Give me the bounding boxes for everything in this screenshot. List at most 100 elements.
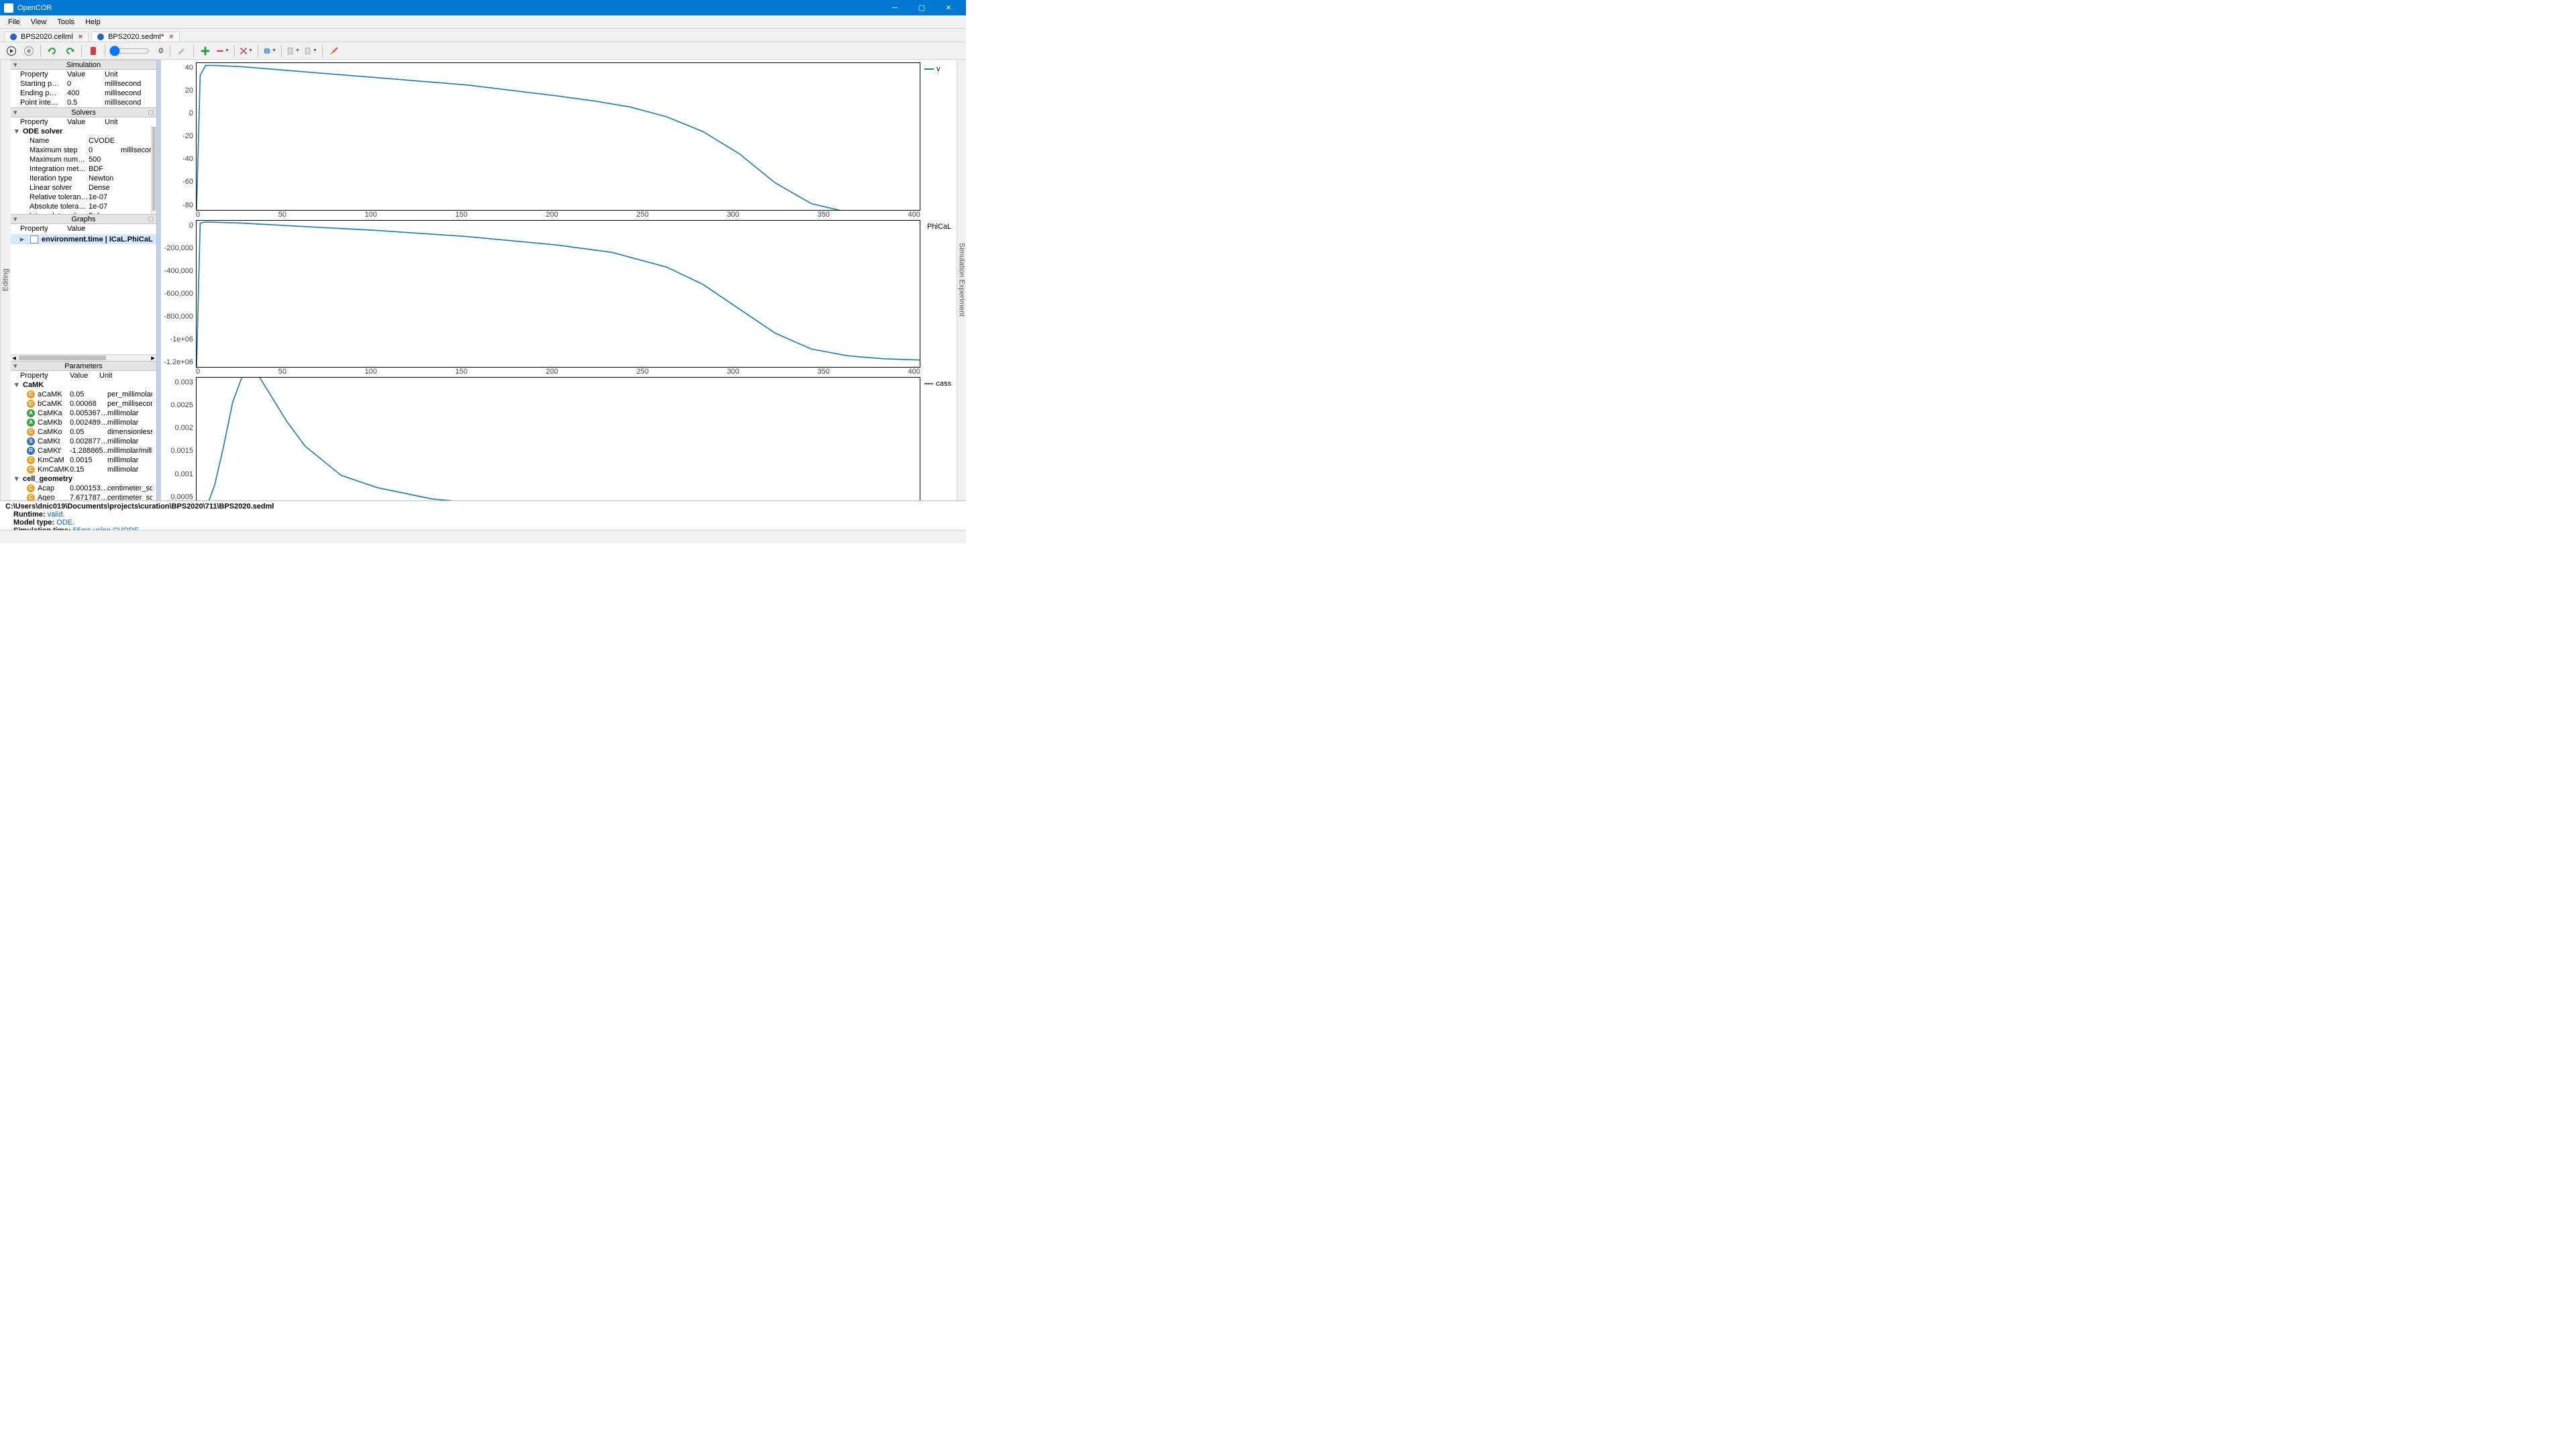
solver-row[interactable]: Iteration typeNewton: [11, 174, 156, 183]
sim-row[interactable]: Starting p…0millisecond: [11, 79, 156, 89]
preferences-button[interactable]: [327, 44, 341, 58]
prop-value[interactable]: 0: [89, 146, 121, 155]
delay-slider[interactable]: [109, 46, 150, 56]
param-row[interactable]: CAcap0.000153…centimeter_squared: [11, 484, 156, 493]
param-row[interactable]: CCaMKo0.05dimensionless: [11, 427, 156, 437]
collapse-icon[interactable]: ▢: [148, 109, 154, 116]
tab-close-icon[interactable]: ×: [169, 33, 173, 41]
close-button[interactable]: ✕: [935, 0, 962, 15]
param-row[interactable]: CbCaMK0.00068per_millisecond: [11, 399, 156, 409]
solver-row[interactable]: Relative tolerance1e-07: [11, 193, 156, 202]
tab-0[interactable]: BPS2020.cellml×: [4, 32, 89, 42]
x-tick: 50: [278, 368, 286, 377]
run-button[interactable]: [4, 44, 19, 58]
plot-box[interactable]: [196, 220, 920, 368]
prop-value[interactable]: CVODE: [89, 136, 121, 146]
sim-row[interactable]: Ending p…400millisecond: [11, 89, 156, 98]
export-sedml-button[interactable]: ▼: [262, 44, 277, 58]
menu-file[interactable]: File: [3, 18, 25, 26]
param-row[interactable]: ACaMKa0.005367…millimolar: [11, 409, 156, 418]
prop-value[interactable]: 1e-07: [89, 193, 121, 202]
param-unit: dimensionless: [107, 427, 152, 437]
graph-item[interactable]: ▸ environment.time | ICaL.PhiCaL: [11, 234, 156, 244]
expander-icon[interactable]: ▾: [15, 127, 20, 136]
param-group[interactable]: ▾cell_geometry: [11, 474, 156, 484]
solver-row[interactable]: Integration methodBDF: [11, 164, 156, 174]
legend: PhiCaL: [920, 220, 951, 378]
menu-tools[interactable]: Tools: [52, 18, 80, 26]
sidetab-simulation-experiment[interactable]: Simulation Experiment: [957, 60, 966, 500]
panel-header-simulation[interactable]: ▾ Simulation: [11, 60, 156, 70]
param-value[interactable]: 0.00068: [70, 399, 107, 409]
x-tick: 150: [455, 368, 468, 377]
prop-name: Iteration type: [30, 174, 89, 183]
expander-icon[interactable]: ▾: [15, 380, 20, 390]
param-value[interactable]: 0.05: [70, 390, 107, 399]
remove-button[interactable]: ▼: [215, 44, 230, 58]
panel-header-parameters[interactable]: ▾ Parameters: [11, 361, 156, 371]
param-value[interactable]: 7.671787…: [70, 493, 107, 500]
menu-help[interactable]: Help: [80, 18, 106, 26]
param-value[interactable]: 0.000153…: [70, 484, 107, 493]
panel-header-solvers[interactable]: ▾ Solvers ▢: [11, 107, 156, 117]
param-row[interactable]: CKmCaMK0.15millimolar: [11, 465, 156, 474]
col-property: Property: [20, 118, 67, 126]
collapse-icon[interactable]: ▢: [148, 215, 154, 223]
solver-row[interactable]: Linear solverDense: [11, 183, 156, 193]
param-row[interactable]: CAgeo7.671787…centimeter_squared: [11, 493, 156, 500]
param-row[interactable]: CaCaMK0.05per_millimolar_per_millisecond: [11, 390, 156, 399]
param-row[interactable]: SCaMKt0.002877…millimolar: [11, 437, 156, 446]
solver-row[interactable]: Maximum number …500: [11, 155, 156, 164]
reload-left-button[interactable]: [45, 44, 60, 58]
menu-view[interactable]: View: [25, 18, 52, 26]
prop-value[interactable]: BDF: [89, 164, 121, 174]
param-row[interactable]: CKmCaM0.0015millimolar: [11, 455, 156, 465]
prop-value[interactable]: 1e-07: [89, 202, 121, 211]
prop-value[interactable]: Newton: [89, 174, 121, 183]
prop-value[interactable]: 0.5: [67, 98, 105, 107]
param-group[interactable]: ▾CaMK: [11, 380, 156, 390]
sidetab-editing[interactable]: Editing: [0, 60, 11, 500]
plot-box[interactable]: [196, 377, 920, 500]
clear-button[interactable]: [86, 44, 101, 58]
chart-gutter[interactable]: [157, 60, 161, 500]
tab-1[interactable]: BPS2020.sedml*×: [91, 32, 180, 42]
expander-icon[interactable]: ▸: [20, 235, 27, 244]
add-button[interactable]: [198, 44, 213, 58]
parameters-list[interactable]: ▾CaMKCaCaMK0.05per_millimolar_per_millis…: [11, 380, 156, 500]
maximize-button[interactable]: ▢: [908, 0, 935, 15]
pencil-button[interactable]: [174, 44, 189, 58]
prop-value[interactable]: 400: [67, 89, 105, 98]
sim-row[interactable]: Point inte…0.5millisecond: [11, 98, 156, 107]
param-row[interactable]: ACaMKb0.002489…millimolar: [11, 418, 156, 427]
doc-button2[interactable]: ▼: [303, 44, 318, 58]
prop-value[interactable]: 500: [89, 155, 121, 164]
param-row[interactable]: RCaMKt'-1.288865…millimolar/millisecond: [11, 446, 156, 455]
stop-button[interactable]: [21, 44, 36, 58]
solver-group[interactable]: ▾ ODE solver: [11, 127, 156, 136]
scrollbar-vertical[interactable]: [151, 127, 156, 214]
prop-value[interactable]: 0: [67, 79, 105, 89]
minimize-button[interactable]: ─: [881, 0, 908, 15]
reload-right-button[interactable]: [62, 44, 77, 58]
axes-reset-button[interactable]: ▼: [239, 44, 254, 58]
param-value[interactable]: 0.0015: [70, 455, 107, 465]
graph-checkbox[interactable]: [30, 235, 38, 244]
plot-box[interactable]: [196, 62, 920, 211]
param-value[interactable]: 0.05: [70, 427, 107, 437]
doc-button1[interactable]: ▼: [286, 44, 301, 58]
param-value[interactable]: -1.288865…: [70, 446, 107, 455]
tab-close-icon[interactable]: ×: [78, 33, 83, 41]
expander-icon[interactable]: ▾: [15, 474, 20, 484]
solver-row[interactable]: NameCVODE: [11, 136, 156, 146]
prop-value[interactable]: Dense: [89, 183, 121, 193]
param-value[interactable]: 0.002877…: [70, 437, 107, 446]
solver-row[interactable]: Maximum step0millisecond: [11, 146, 156, 155]
param-value[interactable]: 0.002489…: [70, 418, 107, 427]
solver-row[interactable]: Absolute tolerance1e-07: [11, 202, 156, 211]
param-value[interactable]: 0.005367…: [70, 409, 107, 418]
y-tick: 0.0025: [164, 401, 193, 409]
panel-header-graphs[interactable]: ▾ Graphs ▢: [11, 214, 156, 224]
param-value[interactable]: 0.15: [70, 465, 107, 474]
scrollbar-horizontal[interactable]: ◂▸: [11, 354, 156, 361]
